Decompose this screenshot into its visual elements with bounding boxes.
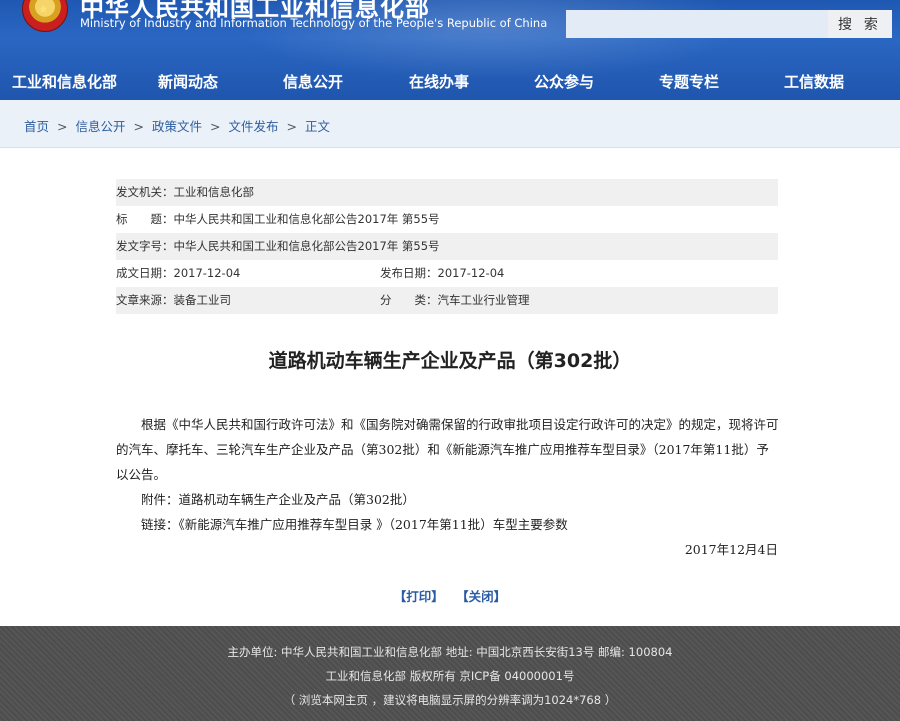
nav-item-special-topics[interactable]: 专题专栏	[659, 71, 719, 92]
site-header: ★ 中华人民共和国工业和信息化部 Ministry of Industry an…	[0, 0, 900, 100]
nav-item-online-services[interactable]: 在线办事	[409, 71, 469, 92]
site-subtitle: Ministry of Industry and Information Tec…	[80, 16, 548, 30]
meta-row: 文章来源：装备工业司 分 类：汽车工业行业管理	[116, 287, 778, 314]
attachment-link[interactable]: 附件：道路机动车辆生产企业及产品（第302批）	[116, 487, 780, 512]
breadcrumb-info-disclosure[interactable]: 信息公开	[76, 119, 126, 134]
meta-row: 标 题：中华人民共和国工业和信息化部公告2017年 第55号	[116, 206, 778, 233]
search-button[interactable]: 搜 索	[828, 10, 892, 38]
document-date: 2017年12月4日	[684, 542, 778, 557]
print-button[interactable]: 【打印】	[394, 589, 444, 604]
document-body: 根据《中华人民共和国行政许可法》和《国务院对确需保留的行政审批项目设定行政许可的…	[116, 412, 780, 562]
related-link[interactable]: 链接：《新能源汽车推广应用推荐车型目录 》（2017年第11批）车型主要参数	[116, 512, 780, 537]
document-paragraph: 根据《中华人民共和国行政许可法》和《国务院对确需保留的行政审批项目设定行政许可的…	[116, 417, 779, 482]
meta-category: 分 类：汽车工业行业管理	[380, 293, 530, 307]
footer-copyright: 工业和信息化部 版权所有 京ICP备 04000001号	[325, 669, 575, 683]
meta-published-date: 发布日期：2017-12-04	[380, 266, 505, 280]
breadcrumb-bar: 首页 > 信息公开 > 政策文件 > 文件发布 > 正文	[0, 100, 900, 148]
breadcrumb-current[interactable]: 正文	[305, 119, 330, 134]
breadcrumb-policy-docs[interactable]: 政策文件	[152, 119, 202, 134]
site-footer: 主办单位: 中华人民共和国工业和信息化部 地址: 中国北京西长安街13号 邮编:…	[0, 626, 900, 721]
nav-item-info-disclosure[interactable]: 信息公开	[283, 71, 343, 92]
nav-item-public-participation[interactable]: 公众参与	[534, 71, 594, 92]
breadcrumb-separator: >	[286, 119, 297, 134]
meta-source: 文章来源：装备工业司	[116, 293, 231, 307]
meta-doc-number: 发文字号：中华人民共和国工业和信息化部公告2017年 第55号	[116, 239, 440, 253]
document-actions: 【打印】 【关闭】	[0, 586, 900, 605]
nav-item-data[interactable]: 工信数据	[784, 71, 844, 92]
nav-item-news[interactable]: 新闻动态	[158, 71, 218, 92]
main-nav: 工业和信息化部 新闻动态 信息公开 在线办事 公众参与 专题专栏 工信数据	[0, 62, 900, 100]
meta-title: 标 题：中华人民共和国工业和信息化部公告2017年 第55号	[116, 212, 440, 226]
meta-issuer: 发文机关：工业和信息化部	[116, 185, 254, 199]
breadcrumb: 首页 > 信息公开 > 政策文件 > 文件发布 > 正文	[24, 116, 330, 135]
search-input[interactable]	[566, 10, 828, 38]
breadcrumb-doc-release[interactable]: 文件发布	[229, 119, 279, 134]
breadcrumb-home[interactable]: 首页	[24, 119, 49, 134]
breadcrumb-separator: >	[57, 119, 68, 134]
meta-created-date: 成文日期：2017-12-04	[116, 266, 241, 280]
national-emblem-icon: ★	[22, 0, 68, 32]
breadcrumb-separator: >	[210, 119, 221, 134]
footer-organizer: 主办单位: 中华人民共和国工业和信息化部 地址: 中国北京西长安街13号 邮编:…	[227, 645, 673, 659]
meta-row: 发文机关：工业和信息化部	[116, 179, 778, 206]
footer-resolution-note: （ 浏览本网主页 ，建议将电脑显示屏的分辨率调为1024*768 ）	[283, 693, 617, 707]
document-meta-table: 发文机关：工业和信息化部 标 题：中华人民共和国工业和信息化部公告2017年 第…	[116, 179, 778, 314]
close-button[interactable]: 【关闭】	[456, 589, 506, 604]
nav-item-miit[interactable]: 工业和信息化部	[12, 71, 117, 92]
document-title: 道路机动车辆生产企业及产品（第302批）	[268, 350, 632, 372]
meta-row: 发文字号：中华人民共和国工业和信息化部公告2017年 第55号	[116, 233, 778, 260]
breadcrumb-separator: >	[133, 119, 144, 134]
meta-row: 成文日期：2017-12-04 发布日期：2017-12-04	[116, 260, 778, 287]
